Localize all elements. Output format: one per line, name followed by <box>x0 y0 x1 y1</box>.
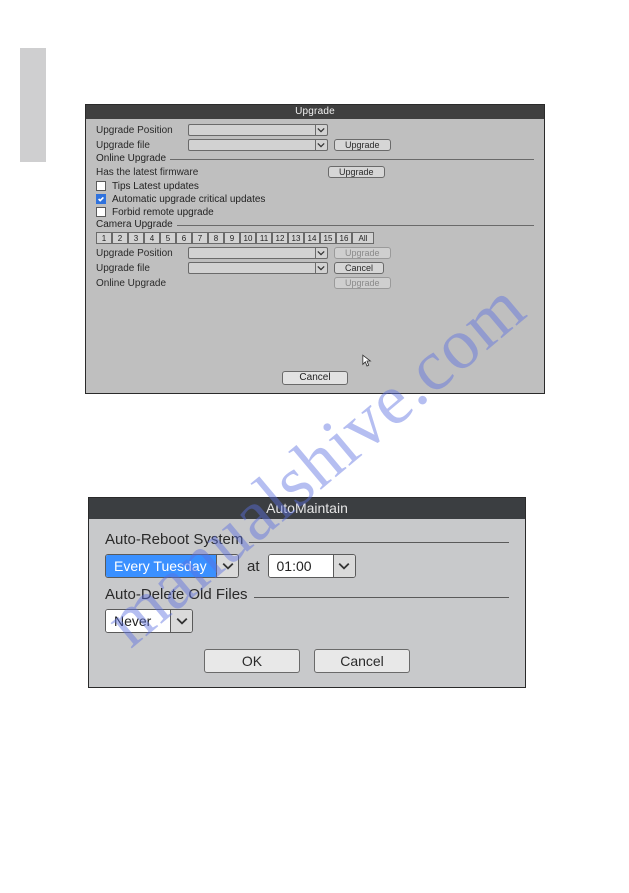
cam-online-upgrade-button: Upgrade <box>334 277 391 289</box>
cam-upgrade-button: Upgrade <box>334 247 391 259</box>
camera-channel-button[interactable]: 5 <box>160 232 176 244</box>
camera-channel-button[interactable]: 8 <box>208 232 224 244</box>
camera-channel-all-button[interactable]: All <box>352 232 374 244</box>
divider <box>249 542 509 543</box>
label-auto-reboot: Auto-Reboot System <box>105 531 243 548</box>
chevron-down-icon <box>333 555 355 577</box>
label-online-upgrade: Online Upgrade <box>96 153 166 164</box>
select-auto-delete-value: Never <box>106 610 170 632</box>
upgrade-dialog: Upgrade Upgrade Position Upgrade file Up… <box>85 104 545 394</box>
divider <box>177 225 534 226</box>
camera-channel-button[interactable]: 11 <box>256 232 272 244</box>
chevron-down-icon <box>315 125 325 135</box>
label-auto-delete: Auto-Delete Old Files <box>105 586 248 603</box>
select-upgrade-file[interactable] <box>188 139 328 151</box>
upgrade-title: Upgrade <box>86 105 544 119</box>
camera-channel-button[interactable]: 14 <box>304 232 320 244</box>
camera-channel-button[interactable]: 16 <box>336 232 352 244</box>
checkbox-auto-critical[interactable] <box>96 194 106 204</box>
cam-cancel-button[interactable]: Cancel <box>334 262 384 274</box>
select-reboot-time[interactable]: 01:00 <box>268 554 356 578</box>
label-at: at <box>247 558 260 575</box>
select-auto-delete[interactable]: Never <box>105 609 193 633</box>
camera-channel-button[interactable]: 7 <box>192 232 208 244</box>
online-upgrade-button[interactable]: Upgrade <box>328 166 385 178</box>
camera-channel-button[interactable]: 9 <box>224 232 240 244</box>
label-has-latest: Has the latest firmware <box>96 167 236 178</box>
camera-channel-button[interactable]: 1 <box>96 232 112 244</box>
camera-channel-button[interactable]: 6 <box>176 232 192 244</box>
camera-channel-button[interactable]: 15 <box>320 232 336 244</box>
select-reboot-day[interactable]: Every Tuesday <box>105 554 239 578</box>
chevron-down-icon <box>315 248 325 258</box>
chevron-down-icon <box>170 610 192 632</box>
label-camera-upgrade: Camera Upgrade <box>96 219 173 230</box>
label-cam-online-upgrade: Online Upgrade <box>96 278 188 289</box>
ok-button[interactable]: OK <box>204 649 300 673</box>
select-cam-upgrade-file[interactable] <box>188 262 328 274</box>
mouse-cursor-icon <box>362 354 372 373</box>
chevron-down-icon <box>315 263 325 273</box>
camera-channel-button[interactable]: 10 <box>240 232 256 244</box>
camera-channel-button[interactable]: 13 <box>288 232 304 244</box>
cancel-button[interactable]: Cancel <box>314 649 410 673</box>
checkbox-tips[interactable] <box>96 181 106 191</box>
camera-channel-button[interactable]: 4 <box>144 232 160 244</box>
label-cam-upgrade-file: Upgrade file <box>96 263 188 274</box>
label-upgrade-file: Upgrade file <box>96 140 188 151</box>
label-upgrade-position: Upgrade Position <box>96 125 188 136</box>
checkbox-forbid-remote[interactable] <box>96 207 106 217</box>
label-auto-critical: Automatic upgrade critical updates <box>112 194 265 205</box>
label-tips: Tips Latest updates <box>112 181 199 192</box>
camera-channel-button[interactable]: 3 <box>128 232 144 244</box>
chevron-down-icon <box>315 140 325 150</box>
select-reboot-time-value: 01:00 <box>269 555 333 577</box>
select-reboot-day-value: Every Tuesday <box>106 555 216 577</box>
divider <box>170 159 534 160</box>
camera-channel-button[interactable]: 12 <box>272 232 288 244</box>
chevron-down-icon <box>216 555 238 577</box>
select-cam-upgrade-position[interactable] <box>188 247 328 259</box>
divider <box>254 597 509 598</box>
label-forbid-remote: Forbid remote upgrade <box>112 207 214 218</box>
select-upgrade-position[interactable] <box>188 124 328 136</box>
automaintain-title: AutoMaintain <box>89 498 525 519</box>
camera-channel-button[interactable]: 2 <box>112 232 128 244</box>
camera-channel-strip: 1 2 3 4 5 6 7 8 9 10 11 12 13 14 15 16 A… <box>96 232 534 244</box>
automaintain-dialog: AutoMaintain Auto-Reboot System Every Tu… <box>88 497 526 688</box>
upgrade-button[interactable]: Upgrade <box>334 139 391 151</box>
cancel-button[interactable]: Cancel <box>282 371 347 385</box>
page-side-stub <box>20 48 46 162</box>
label-cam-upgrade-position: Upgrade Position <box>96 248 188 259</box>
